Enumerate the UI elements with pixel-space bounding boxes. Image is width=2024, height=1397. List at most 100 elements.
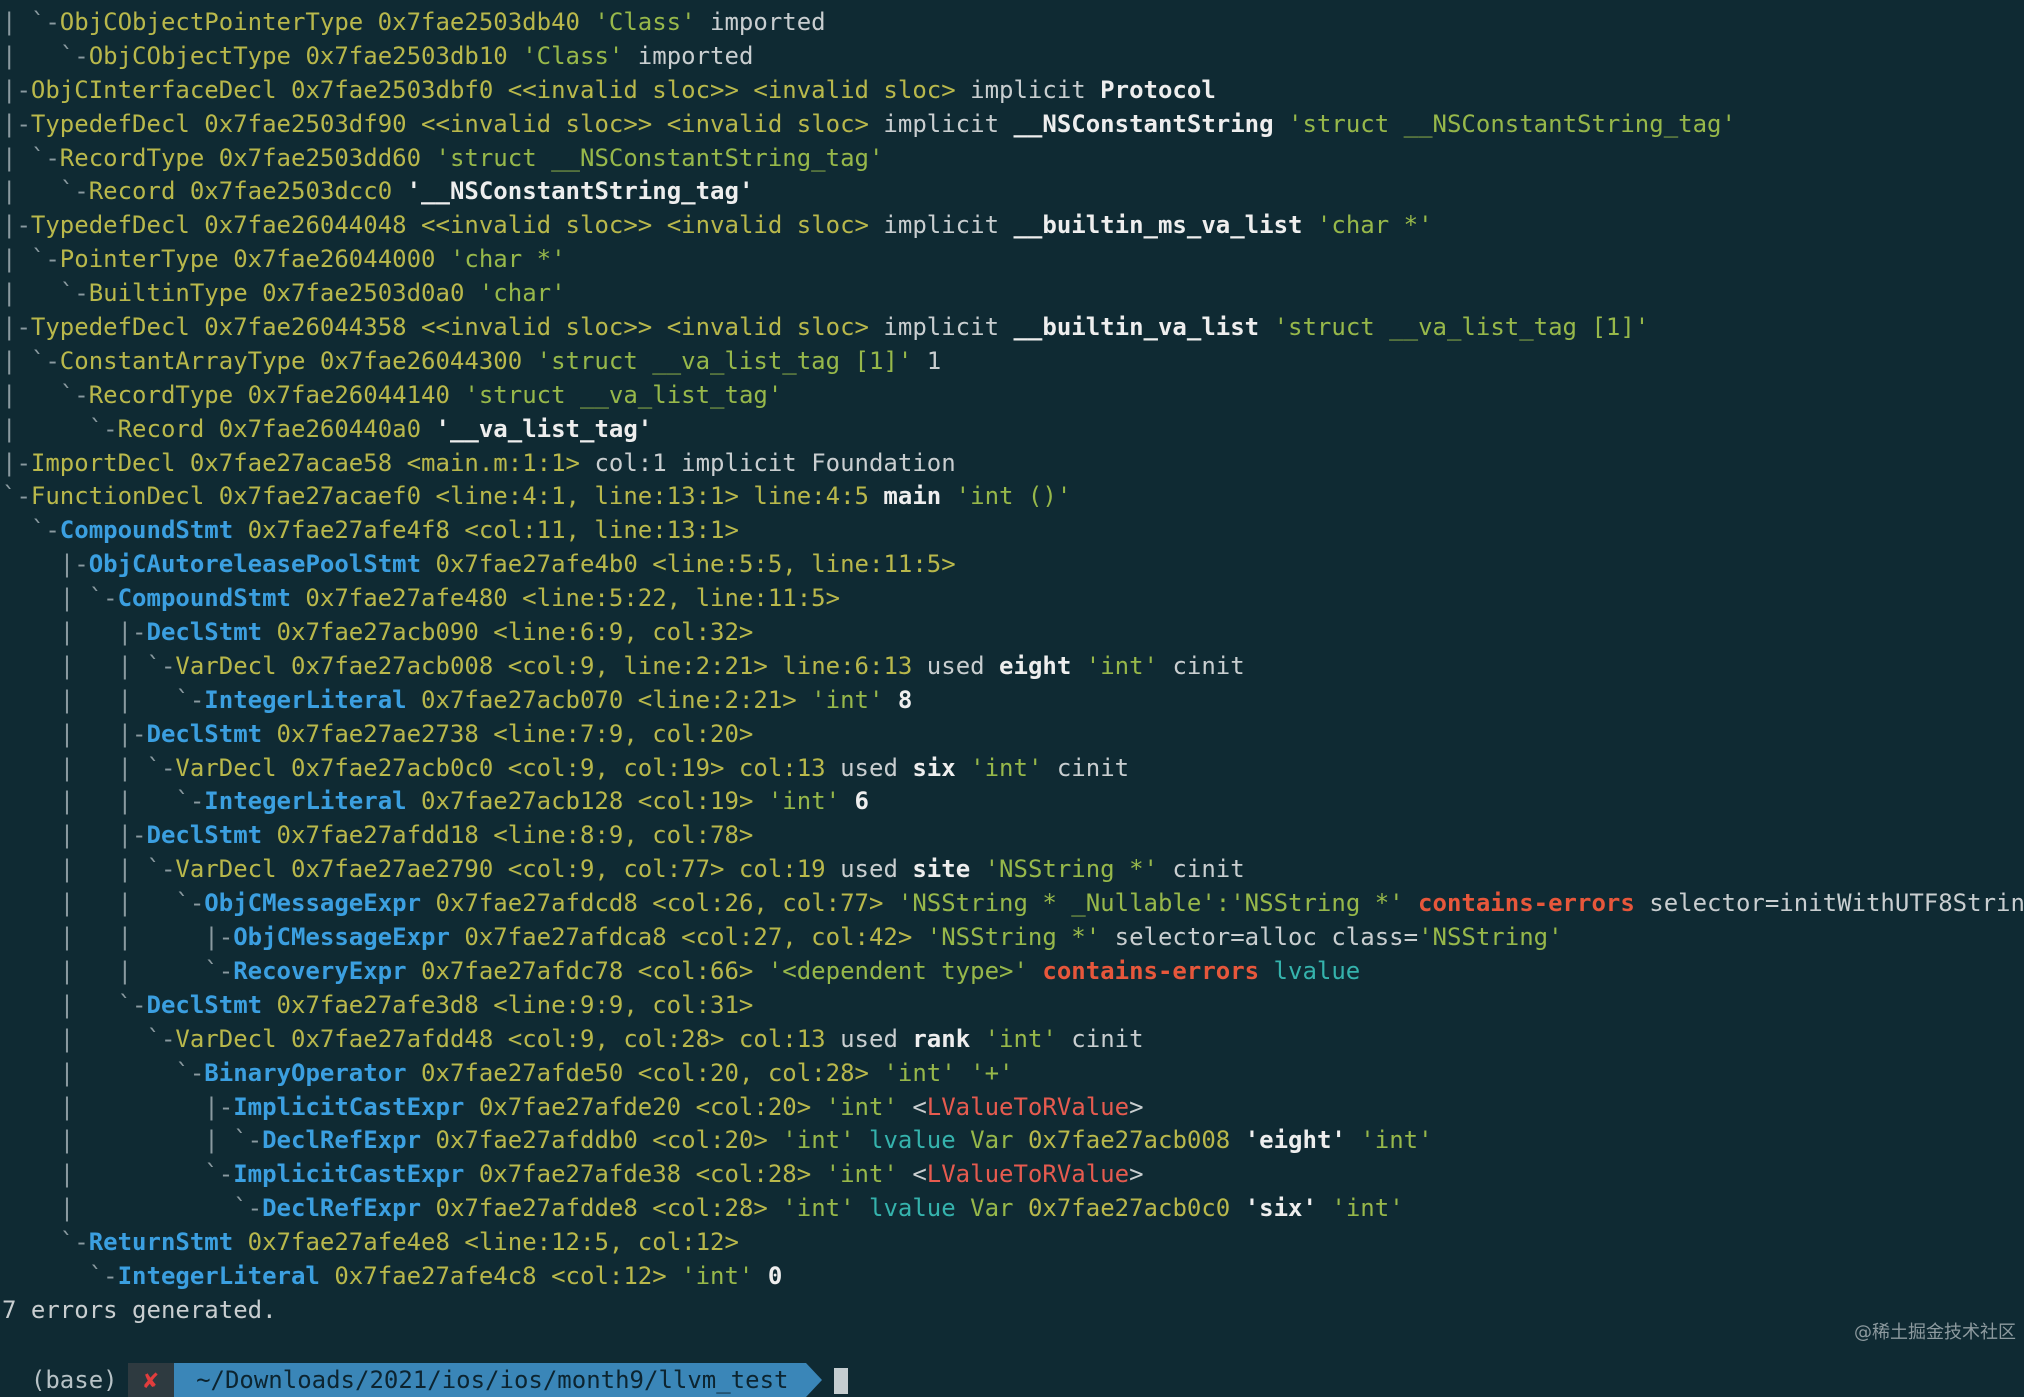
terminal-line: | |-ImplicitCastExpr 0x7fae27afde20 <col… (2, 1091, 2024, 1125)
terminal-text-segment: TypedefDecl (30, 313, 190, 342)
prompt-arrow-icon (806, 1363, 823, 1397)
terminal-text-segment: contains-errors (1027, 956, 1260, 985)
terminal-text-segment: <line:9:9, col:31> (478, 990, 754, 1019)
terminal-line: | | `-IntegerLiteral 0x7fae27acb070 <lin… (2, 684, 2024, 718)
shell-prompt[interactable]: (base) ✘ ~/Downloads/2021/ios/ios/month9/l… (0, 1329, 2024, 1397)
terminal-line: |-TypedefDecl 0x7fae2503df90 <<invalid s… (2, 108, 2024, 142)
terminal-text-segment: DeclStmt (146, 821, 263, 850)
terminal-text-segment: | |- (2, 1092, 234, 1121)
terminal-text-segment: 0x7fae2503dcc0 (175, 177, 393, 206)
error-status-icon: ✘ (127, 1363, 175, 1397)
terminal-text-segment: '__va_list_tag' (421, 414, 653, 443)
terminal-text-segment: 'int' (811, 1160, 898, 1189)
terminal-text-segment: DeclStmt (146, 618, 263, 647)
terminal-text-segment: 'Class' (579, 8, 696, 36)
terminal-text-segment: imported (695, 8, 826, 36)
terminal-text-segment: cinit (1056, 1024, 1144, 1053)
terminal-text-segment: 0x7fae27acb008 (1013, 1126, 1231, 1155)
terminal-line: | | |-ObjCMessageExpr 0x7fae27afdca8 <co… (2, 921, 2024, 955)
terminal-text-segment: | | |- (2, 923, 234, 952)
terminal-line: | `-ImplicitCastExpr 0x7fae27afde38 <col… (2, 1158, 2024, 1192)
terminal-text-segment: | `- (2, 380, 89, 409)
terminal-text-segment: 'int' (1071, 651, 1158, 680)
terminal-text-segment: | | `- (2, 685, 205, 714)
terminal-line: | `-Record 0x7fae2503dcc0 '__NSConstantS… (2, 175, 2024, 209)
terminal-line: |-TypedefDecl 0x7fae26044048 <<invalid s… (2, 209, 2024, 243)
terminal-text-segment: 0x7fae27acae58 (175, 448, 393, 477)
terminal-text-segment: ObjCAutoreleasePoolStmt (88, 550, 422, 579)
terminal-text-segment: 'NSString' (1418, 923, 1563, 952)
terminal-text-segment: | `- (2, 143, 60, 172)
terminal-text-segment: cinit (1157, 855, 1245, 884)
terminal-text-segment: __builtin_ms_va_list (1013, 211, 1303, 240)
terminal-text-segment: |- (2, 313, 31, 342)
terminal-text-segment: imported (623, 41, 754, 70)
terminal-text-segment: implicit (868, 211, 1014, 240)
terminal-text-segment: <line:8:9, col:78> (478, 821, 754, 850)
terminal-text-segment: | `- (2, 584, 118, 613)
terminal-text-segment: rank (912, 1024, 971, 1053)
terminal-text-segment: 'int' (1345, 1126, 1433, 1155)
terminal-text-segment: | `- (2, 8, 60, 36)
terminal-text-segment: <<invalid sloc>> <invalid sloc> (406, 211, 869, 240)
terminal-text-segment: 'int' (753, 787, 841, 816)
terminal-text-segment: <line:5:22, line:11:5> (507, 584, 841, 613)
terminal-text-segment: <<invalid sloc>> <invalid sloc> (406, 109, 869, 138)
terminal-line: | `-ObjCObjectPointerType 0x7fae2503db40… (2, 6, 2024, 40)
terminal-text-segment: 'int' (796, 685, 884, 714)
terminal-text-segment: <col:27, col:42> (666, 923, 913, 952)
terminal-output[interactable]: | `-ObjCObjectPointerType 0x7fae2503db40… (0, 0, 2024, 1352)
terminal-text-segment: selector=alloc class= (1100, 923, 1419, 952)
terminal-text-segment: col:13 (724, 753, 826, 782)
terminal-text-segment: 0x7fae2503db10 (291, 41, 508, 70)
terminal-text-segment: 0x7fae26044048 (189, 211, 407, 240)
terminal-text-segment: <line:2:21> (623, 685, 797, 714)
terminal-text-segment: <col:11, line:13:1> (449, 516, 739, 545)
terminal-text-segment: 0x7fae2503dd60 (204, 143, 422, 172)
terminal-line: `-ReturnStmt 0x7fae27afe4e8 <line:12:5, … (2, 1226, 2024, 1260)
terminal-line: `-FunctionDecl 0x7fae27acaef0 <line:4:1,… (2, 480, 2024, 514)
terminal-text-segment: | `- (2, 1194, 263, 1223)
terminal-text-segment: <line:6:9, col:32> (478, 618, 754, 647)
terminal-text-segment: | `- (2, 279, 89, 308)
terminal-text-segment: <col:20> (637, 1126, 768, 1155)
text-cursor[interactable] (834, 1368, 849, 1394)
terminal-text-segment: | | `- (2, 787, 205, 816)
terminal-text-segment: <col:9, col:77> (493, 855, 725, 884)
terminal-text-segment: used (825, 753, 913, 782)
watermark: @稀土掘金技术社区 (1854, 1322, 2016, 1343)
terminal-line: | `-DeclStmt 0x7fae27afe3d8 <line:9:9, c… (2, 989, 2024, 1023)
terminal-text-segment: | `- (2, 41, 89, 70)
terminal-text-segment: | `- (2, 1024, 176, 1053)
terminal-text-segment: 0x7fae2503dbf0 (276, 75, 494, 104)
terminal-text-segment: ReturnStmt (88, 1228, 234, 1257)
terminal-text-segment: 'struct __NSConstantString_tag' (421, 143, 884, 172)
terminal-text-segment: > (1129, 1092, 1144, 1121)
terminal-text-segment: 0x7fae27afdde8 (421, 1194, 638, 1223)
terminal-text-segment: <col:12> (536, 1261, 667, 1290)
terminal-text-segment: <col:9, line:2:21> (493, 651, 768, 680)
terminal-text-segment: 0x7fae27afde20 (464, 1092, 682, 1121)
terminal-text-segment: eight (999, 651, 1072, 680)
terminal-line: | `-CompoundStmt 0x7fae27afe480 <line:5:… (2, 582, 2024, 616)
terminal-text-segment: |- (2, 211, 31, 240)
terminal-text-segment: col:1 implicit Foundation (580, 448, 956, 477)
terminal-text-segment: <main.m:1:1> (392, 448, 580, 477)
terminal-text-segment: VarDecl (175, 855, 277, 884)
terminal-text-segment: <col:28> (637, 1194, 768, 1223)
terminal-text-segment: 0x7fae27acb070 (406, 685, 624, 714)
terminal-text-segment: 0x7fae27afdca8 (449, 923, 667, 952)
terminal-text-segment: LValueToRValue (926, 1092, 1130, 1121)
terminal-text-segment: <<invalid sloc>> <invalid sloc> (493, 75, 956, 104)
terminal-text-segment: 'Class' (507, 41, 624, 70)
terminal-line: |-ObjCAutoreleasePoolStmt 0x7fae27afe4b0… (2, 548, 2024, 582)
terminal-text-segment: 'int' '+' (868, 1058, 1014, 1087)
terminal-text-segment: 0x7fae27acb0c0 (276, 753, 494, 782)
terminal-text-segment: 0x7fae27ae2790 (276, 855, 494, 884)
terminal-text-segment: Protocol (1100, 75, 1216, 104)
terminal-text-segment: 1 (912, 346, 942, 375)
terminal-text-segment: | `- (2, 1058, 205, 1087)
terminal-text-segment: | `- (2, 1160, 234, 1189)
terminal-text-segment: `- (2, 1261, 118, 1290)
terminal-line: `-CompoundStmt 0x7fae27afe4f8 <col:11, l… (2, 514, 2024, 548)
